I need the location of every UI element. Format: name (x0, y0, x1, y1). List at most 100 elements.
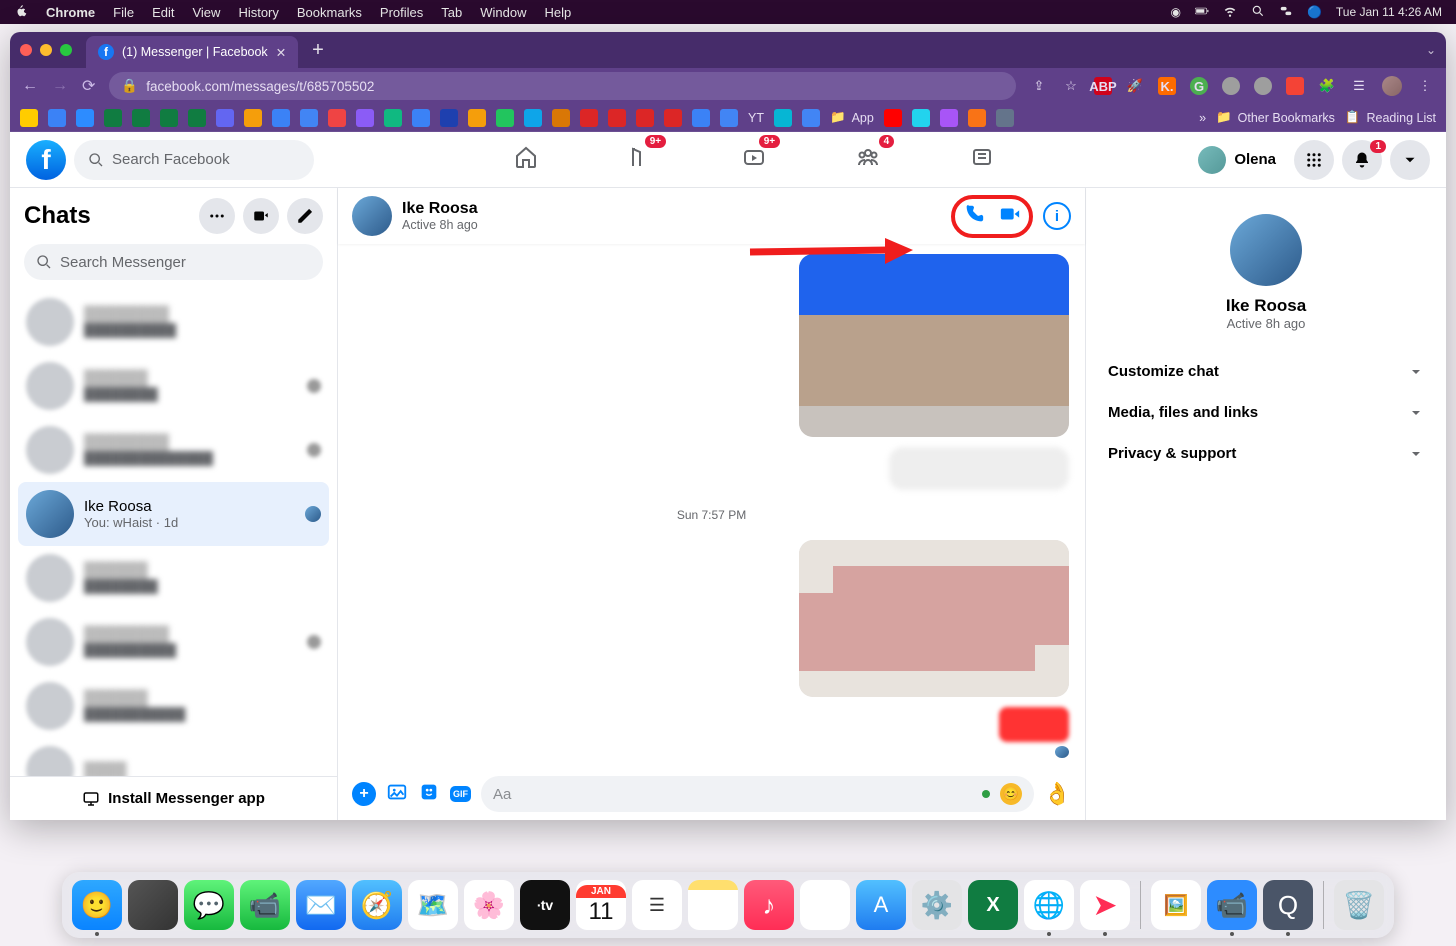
extension-icon[interactable] (1254, 77, 1272, 95)
chat-row[interactable]: ██████████████████ (18, 290, 329, 354)
minimize-window[interactable] (40, 44, 52, 56)
bookmark-icon[interactable] (468, 109, 486, 127)
dock-settings[interactable]: ⚙️ (912, 880, 962, 930)
gif-button[interactable]: GIF (450, 786, 471, 802)
dock-photos[interactable]: 🌸 (464, 880, 514, 930)
dock-excel[interactable]: X (968, 880, 1018, 930)
menu-bookmarks[interactable]: Bookmarks (297, 5, 362, 20)
dock-finder[interactable]: 🙂 (72, 880, 122, 930)
apple-icon[interactable] (14, 4, 28, 21)
compose-button[interactable] (287, 198, 323, 234)
dock-launchpad[interactable] (128, 880, 178, 930)
bookmark-icon[interactable] (774, 109, 792, 127)
bookmark-icon[interactable] (884, 109, 902, 127)
bookmark-star-icon[interactable]: ☆ (1062, 77, 1080, 95)
message-image[interactable] (799, 254, 1069, 437)
chrome-menu-icon[interactable]: ⋮ (1416, 77, 1434, 95)
dock-calendar[interactable]: JAN11 (576, 880, 626, 930)
menu-view[interactable]: View (192, 5, 220, 20)
conversation-info-button[interactable]: i (1043, 202, 1071, 230)
bookmark-icon[interactable] (692, 109, 710, 127)
menu-edit[interactable]: Edit (152, 5, 174, 20)
back-button[interactable]: ← (22, 77, 38, 95)
chat-row[interactable]: ████ (18, 738, 329, 776)
bookmark-icon[interactable] (160, 109, 178, 127)
address-bar[interactable]: 🔒 facebook.com/messages/t/685705502 (109, 72, 1016, 100)
voice-call-button[interactable] (963, 203, 985, 230)
search-messenger[interactable]: Search Messenger (24, 244, 323, 280)
dock-mail[interactable]: ✉️ (296, 880, 346, 930)
bookmarks-overflow[interactable]: » (1199, 111, 1206, 125)
chat-row-active[interactable]: Ike Roosa You: wHaist · 1d (18, 482, 329, 546)
emoji-picker-button[interactable]: 😊 (1000, 783, 1022, 805)
dock-appstore[interactable]: A (856, 880, 906, 930)
extension-icon[interactable] (1222, 77, 1240, 95)
nav-news[interactable] (960, 135, 1004, 184)
bookmark-icon[interactable] (300, 109, 318, 127)
bookmark-icon[interactable] (664, 109, 682, 127)
menu-window[interactable]: Window (480, 5, 526, 20)
bookmark-icon[interactable] (996, 109, 1014, 127)
bookmark-icon[interactable] (384, 109, 402, 127)
tab-overflow-icon[interactable]: ⌄ (1426, 43, 1436, 57)
maximize-window[interactable] (60, 44, 72, 56)
nav-pages[interactable]: 9+ (618, 135, 662, 184)
thumbs-up-button[interactable]: 👌 (1044, 781, 1071, 807)
message-image[interactable] (799, 540, 1069, 697)
dock-notes[interactable] (688, 880, 738, 930)
extensions-menu-icon[interactable]: 🧩 (1318, 77, 1336, 95)
profile-chip[interactable]: Olena (1194, 142, 1286, 178)
dock-slack[interactable]: ✱ (800, 880, 850, 930)
siri-icon[interactable]: 🔵 (1307, 5, 1322, 19)
dock-reminders[interactable]: ☰ (632, 880, 682, 930)
menu-help[interactable]: Help (545, 5, 572, 20)
attach-image-button[interactable] (386, 781, 408, 808)
dock-messages[interactable]: 💬 (184, 880, 234, 930)
chats-options-button[interactable] (199, 198, 235, 234)
new-tab-button[interactable]: + (312, 39, 324, 62)
browser-tab[interactable]: f (1) Messenger | Facebook ✕ (86, 36, 298, 68)
avatar[interactable] (352, 196, 392, 236)
dock-facetime[interactable]: 📹 (240, 880, 290, 930)
chat-row[interactable]: █████████████████ (18, 674, 329, 738)
menu-profiles[interactable]: Profiles (380, 5, 423, 20)
account-dropdown-button[interactable] (1390, 140, 1430, 180)
message-list[interactable]: Sun 7:57 PM (338, 244, 1085, 768)
dock-zoom[interactable]: 📹 (1207, 880, 1257, 930)
nav-groups[interactable]: 4 (846, 135, 890, 184)
chat-list[interactable]: ██████████████████ ██████████████ ██████… (10, 290, 337, 776)
composer-input[interactable]: Aa 😊 (481, 776, 1034, 812)
bookmark-icon[interactable] (636, 109, 654, 127)
menubar-app[interactable]: Chrome (46, 5, 95, 20)
bookmark-icon[interactable] (76, 109, 94, 127)
wifi-icon[interactable] (1223, 4, 1237, 21)
sticker-button[interactable] (418, 781, 440, 808)
nav-home[interactable] (504, 135, 548, 184)
bookmark-icon[interactable] (912, 109, 930, 127)
dock-maps[interactable]: 🗺️ (408, 880, 458, 930)
controlcenter-icon[interactable] (1279, 4, 1293, 21)
bookmark-icon[interactable] (356, 109, 374, 127)
dock-trash[interactable]: 🗑️ (1334, 880, 1384, 930)
composer-more-button[interactable]: + (352, 782, 376, 806)
bookmark-icon[interactable] (580, 109, 598, 127)
menu-grid-button[interactable] (1294, 140, 1334, 180)
other-bookmarks[interactable]: 📁 Other Bookmarks (1216, 110, 1335, 125)
menu-tab[interactable]: Tab (441, 5, 462, 20)
bookmark-icon[interactable] (412, 109, 430, 127)
close-window[interactable] (20, 44, 32, 56)
bookmark-app[interactable]: 📁 App (830, 110, 874, 125)
menubar-clock[interactable]: Tue Jan 11 4:26 AM (1336, 5, 1442, 19)
chat-row[interactable]: ██████████████ (18, 354, 329, 418)
dock-snagit[interactable]: ➤ (1080, 880, 1130, 930)
bookmark-icon[interactable] (272, 109, 290, 127)
bookmark-icon[interactable] (104, 109, 122, 127)
bookmark-icon[interactable] (188, 109, 206, 127)
chat-row[interactable]: ██████████████ (18, 546, 329, 610)
fb-search[interactable]: Search Facebook (74, 140, 314, 180)
bookmark-icon[interactable] (20, 109, 38, 127)
grammarly-extension-icon[interactable]: G (1190, 77, 1208, 95)
bookmark-icon[interactable] (244, 109, 262, 127)
bookmark-yt[interactable]: YT (748, 111, 764, 125)
bookmark-icon[interactable] (216, 109, 234, 127)
